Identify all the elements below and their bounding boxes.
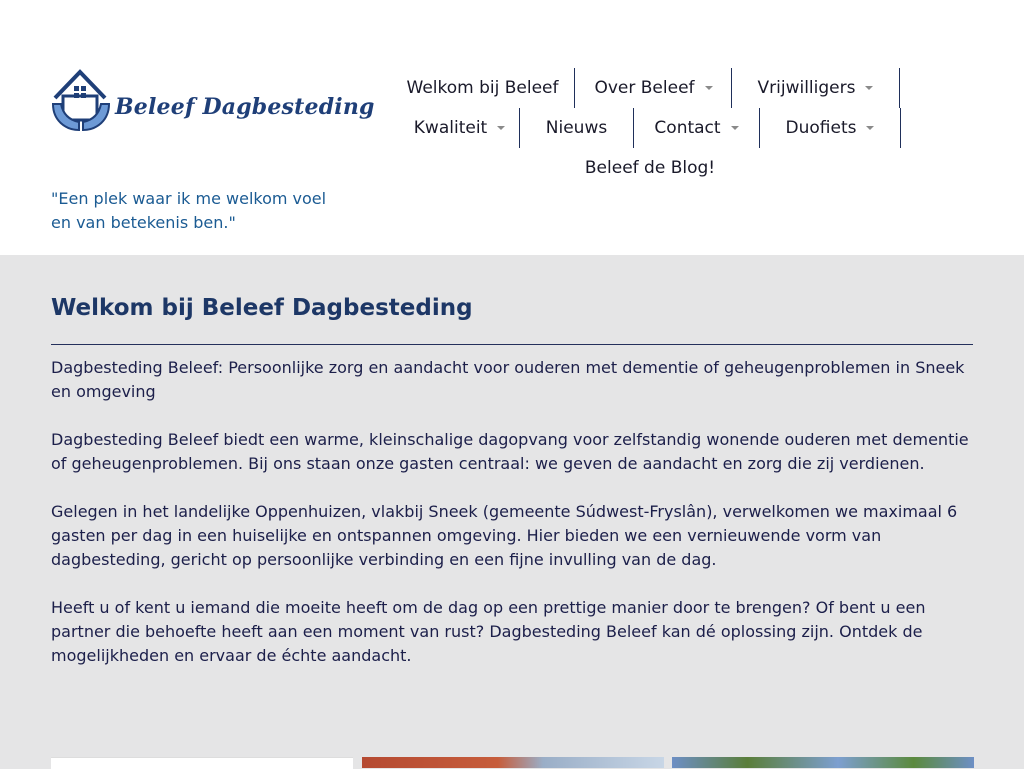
logo-text: Beleef Dagbesteding [115, 94, 375, 120]
nav-vrijwilligers[interactable]: Vrijwilligers [732, 68, 899, 108]
site-header: Beleef Dagbesteding "Een plek waar ik me… [0, 0, 1024, 255]
paragraph: Heeft u of kent u iemand die moeite heef… [51, 598, 926, 665]
nav-nieuws-label: Nieuws [545, 118, 608, 138]
chevron-down-icon [865, 86, 874, 90]
feature-image-roof[interactable] [362, 757, 664, 768]
nav-over[interactable]: Over Beleef [575, 68, 732, 108]
nav-divider [900, 108, 901, 148]
page-title: Welkom bij Beleef Dagbesteding [51, 295, 473, 321]
nav-over-label: Over Beleef [594, 78, 695, 98]
nav-contact[interactable]: Contact [634, 108, 759, 148]
nav-blog[interactable]: Beleef de Blog! [575, 148, 725, 188]
site-logo[interactable]: Beleef Dagbesteding [51, 68, 374, 132]
nav-nieuws[interactable]: Nieuws [520, 108, 633, 148]
chevron-down-icon [730, 126, 739, 130]
nav-kwaliteit[interactable]: Kwaliteit [400, 108, 519, 148]
title-divider [51, 344, 973, 345]
feature-image-garden[interactable] [672, 757, 974, 768]
chevron-down-icon [704, 86, 713, 90]
nav-vrijwilligers-label: Vrijwilligers [757, 78, 856, 98]
nav-kwaliteit-label: Kwaliteit [413, 118, 488, 138]
nav-duofiets-label: Duofiets [785, 118, 857, 138]
nav-welkom-label: Welkom bij Beleef [406, 78, 559, 98]
nav-contact-label: Contact [654, 118, 721, 138]
paragraph: Dagbesteding Beleef biedt een warme, kle… [51, 430, 969, 473]
nav-duofiets[interactable]: Duofiets [760, 108, 900, 148]
feature-image[interactable] [51, 757, 353, 769]
house-in-hands-icon [51, 69, 111, 132]
chevron-down-icon [866, 126, 875, 130]
paragraph: Gelegen in het landelijke Oppenhuizen, v… [51, 502, 958, 569]
nav-blog-label: Beleef de Blog! [584, 158, 716, 178]
chevron-down-icon [497, 126, 506, 130]
nav-divider [899, 68, 900, 108]
nav-welkom[interactable]: Welkom bij Beleef [400, 68, 565, 108]
tagline: "Een plek waar ik me welkom voel en van … [51, 189, 327, 232]
intro-text: Dagbesteding Beleef: Persoonlijke zorg e… [51, 356, 973, 692]
paragraph: Dagbesteding Beleef: Persoonlijke zorg e… [51, 358, 965, 401]
